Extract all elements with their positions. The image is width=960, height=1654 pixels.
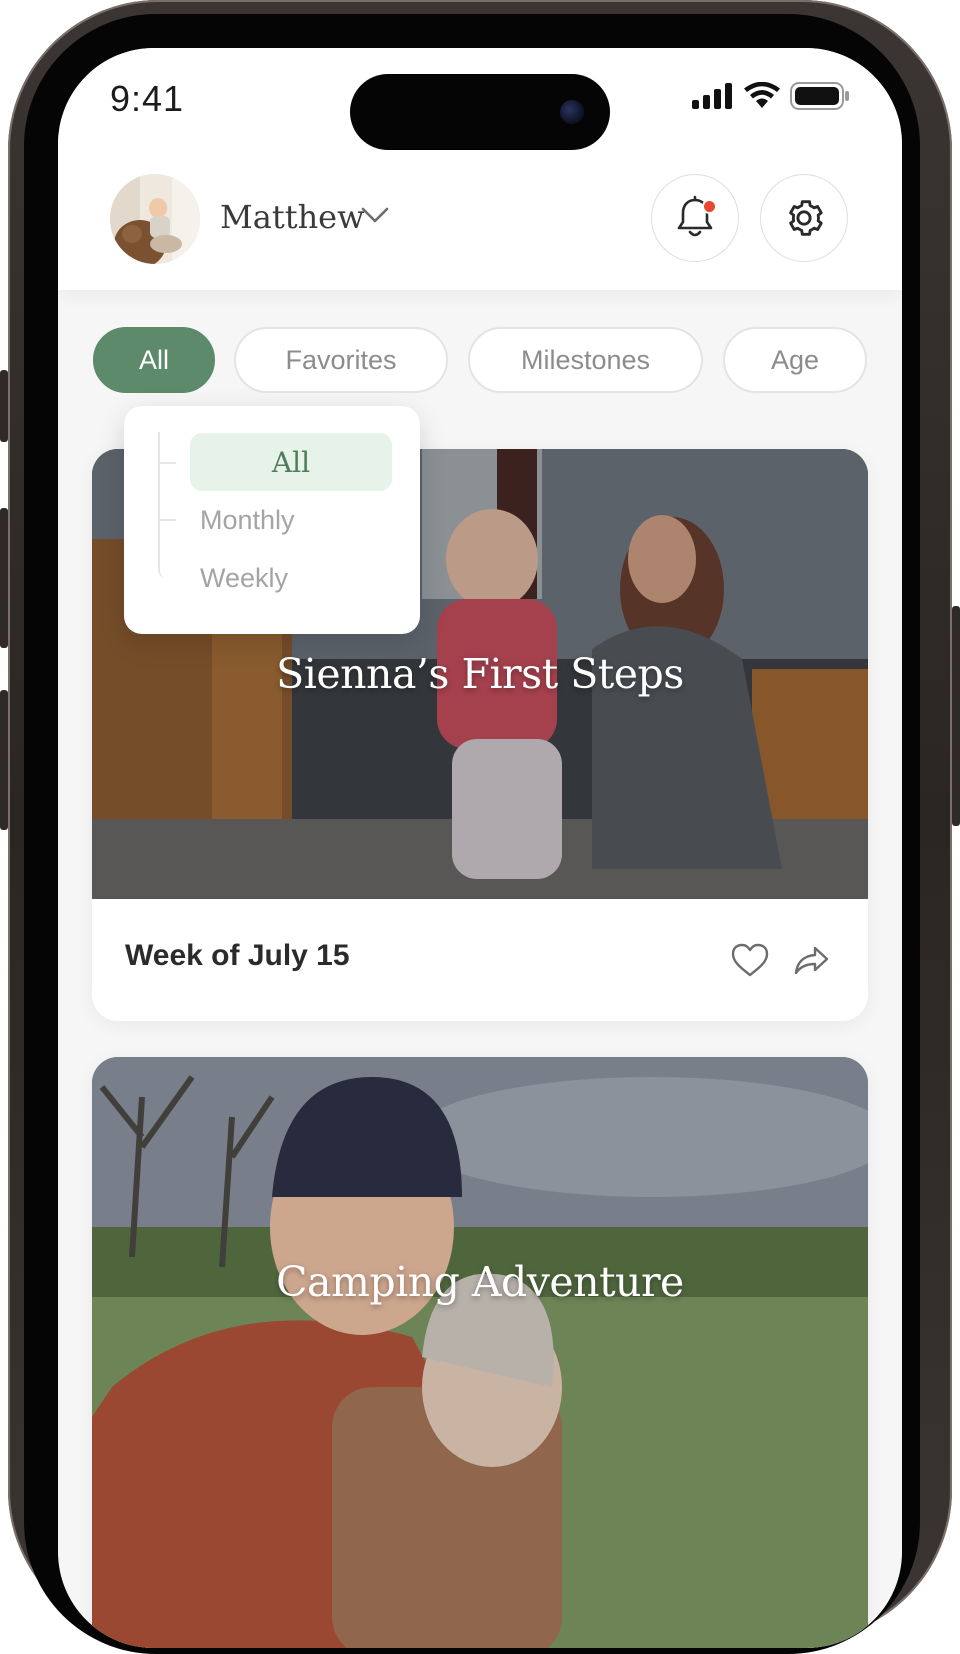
tree-tick: [160, 519, 176, 521]
dropdown-option-monthly[interactable]: Monthly: [190, 491, 392, 549]
dynamic-island: [350, 74, 610, 150]
power-button: [952, 606, 960, 826]
memory-photo[interactable]: Camping Adventure: [92, 1057, 868, 1648]
status-icons: [692, 82, 850, 110]
signal-icon: [692, 83, 732, 109]
filter-chip-milestones[interactable]: Milestones: [468, 327, 703, 393]
status-time: 9:41: [110, 78, 185, 119]
avatar-photo: [110, 174, 200, 264]
app-header: 9:41 Matthew: [58, 48, 902, 290]
volume-down-button: [0, 690, 8, 830]
tree-tick: [160, 462, 176, 464]
memory-title: Camping Adventure: [276, 1258, 684, 1306]
photo-dim-overlay: [92, 1057, 868, 1648]
filter-chip-age[interactable]: Age: [723, 327, 867, 393]
heart-icon[interactable]: [731, 943, 769, 977]
memory-title: Sienna’s First Steps: [276, 650, 684, 698]
user-avatar[interactable]: [110, 174, 200, 264]
gear-icon: [789, 200, 823, 236]
wifi-icon: [744, 82, 780, 108]
dropdown-option-all[interactable]: All: [190, 433, 392, 491]
app-screen: 9:41 Matthew All Favorites Milestones Ag…: [58, 48, 902, 1648]
filter-chip-favorites[interactable]: Favorites: [234, 327, 448, 393]
share-icon[interactable]: [794, 945, 830, 975]
notifications-button[interactable]: [651, 174, 739, 262]
user-name[interactable]: Matthew: [220, 198, 365, 236]
memory-card[interactable]: Camping Adventure: [92, 1057, 868, 1648]
battery-icon: [790, 82, 849, 110]
settings-button[interactable]: [760, 174, 848, 262]
chevron-down-icon[interactable]: [360, 205, 390, 225]
memory-date: Week of July 15: [125, 939, 350, 972]
notification-dot: [702, 199, 717, 214]
volume-up-button: [0, 508, 8, 648]
action-button: [0, 370, 8, 442]
dropdown-tree-line: [158, 432, 178, 578]
filter-dropdown: All Monthly Weekly: [124, 406, 420, 634]
front-camera: [560, 100, 584, 124]
filter-chip-all[interactable]: All: [93, 327, 215, 393]
dropdown-option-weekly[interactable]: Weekly: [190, 549, 392, 607]
